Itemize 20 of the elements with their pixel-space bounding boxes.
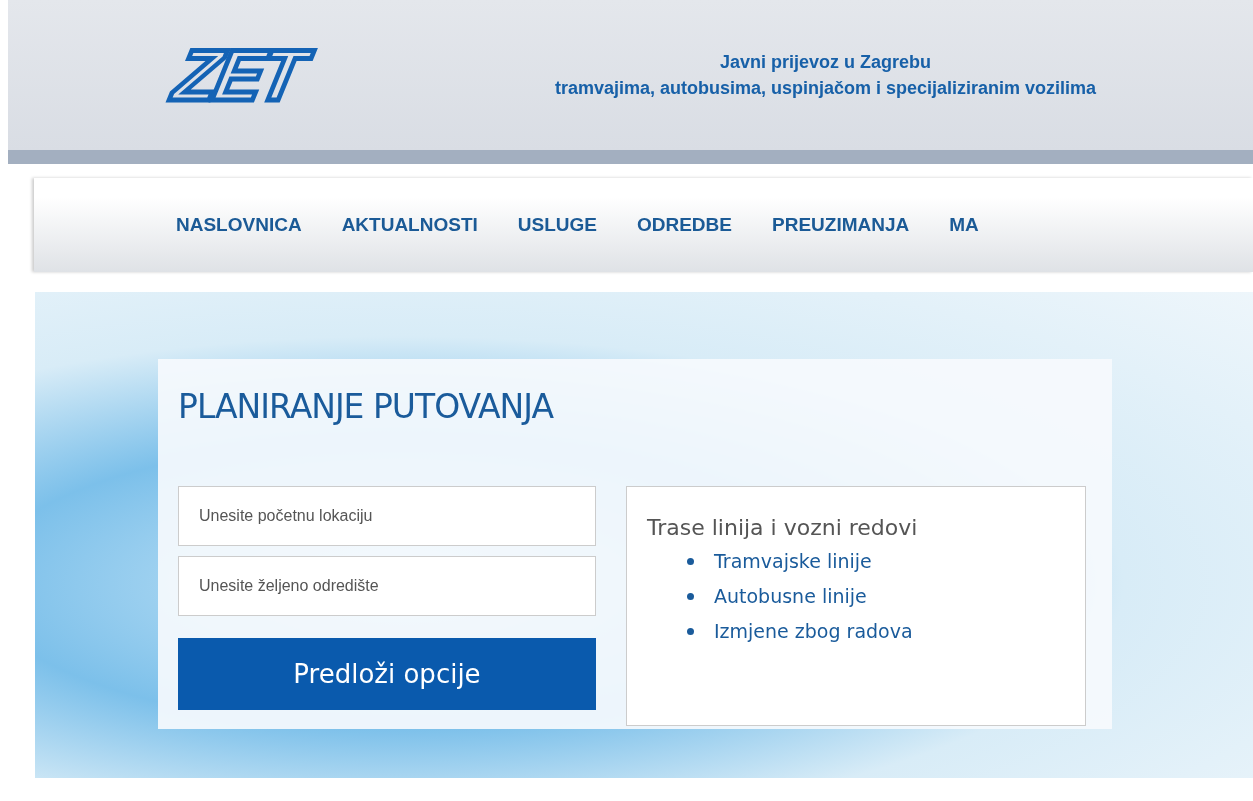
bullet-icon	[687, 627, 694, 635]
route-link[interactable]: Izmjene zbog radova	[714, 620, 913, 642]
bullet-icon	[687, 557, 694, 565]
route-link[interactable]: Autobusne linije	[714, 585, 867, 607]
submit-button[interactable]: Predloži opcije	[178, 638, 596, 710]
site-subtitle: tramvajima, autobusima, uspinjačom i specijaliziranim vozilima	[553, 77, 1098, 100]
site-title: Javni prijevoz u Zagrebu	[718, 51, 933, 74]
route-link[interactable]: Tramvajske linije	[714, 550, 872, 572]
bullet-icon	[687, 592, 694, 600]
input-field[interactable]: Unesite željeno odredište	[178, 556, 596, 616]
nav-link[interactable]: PREUZIMANJA	[772, 214, 910, 236]
logo[interactable]: ZET	[119, 35, 357, 115]
routes-title: Trase linija i vozni redovi	[647, 515, 919, 540]
input-field[interactable]: Unesite početnu lokaciju	[178, 486, 596, 546]
nav-link[interactable]: USLUGE	[517, 214, 597, 236]
nav-link[interactable]: NASLOVNICA	[176, 214, 302, 236]
nav-link[interactable]: ODREDBE	[636, 214, 732, 236]
nav-link[interactable]: MA	[949, 214, 979, 236]
nav-link[interactable]: AKTUALNOSTI	[341, 214, 478, 236]
planner-title: PLANIRANJE PUTOVANJA	[178, 387, 555, 426]
